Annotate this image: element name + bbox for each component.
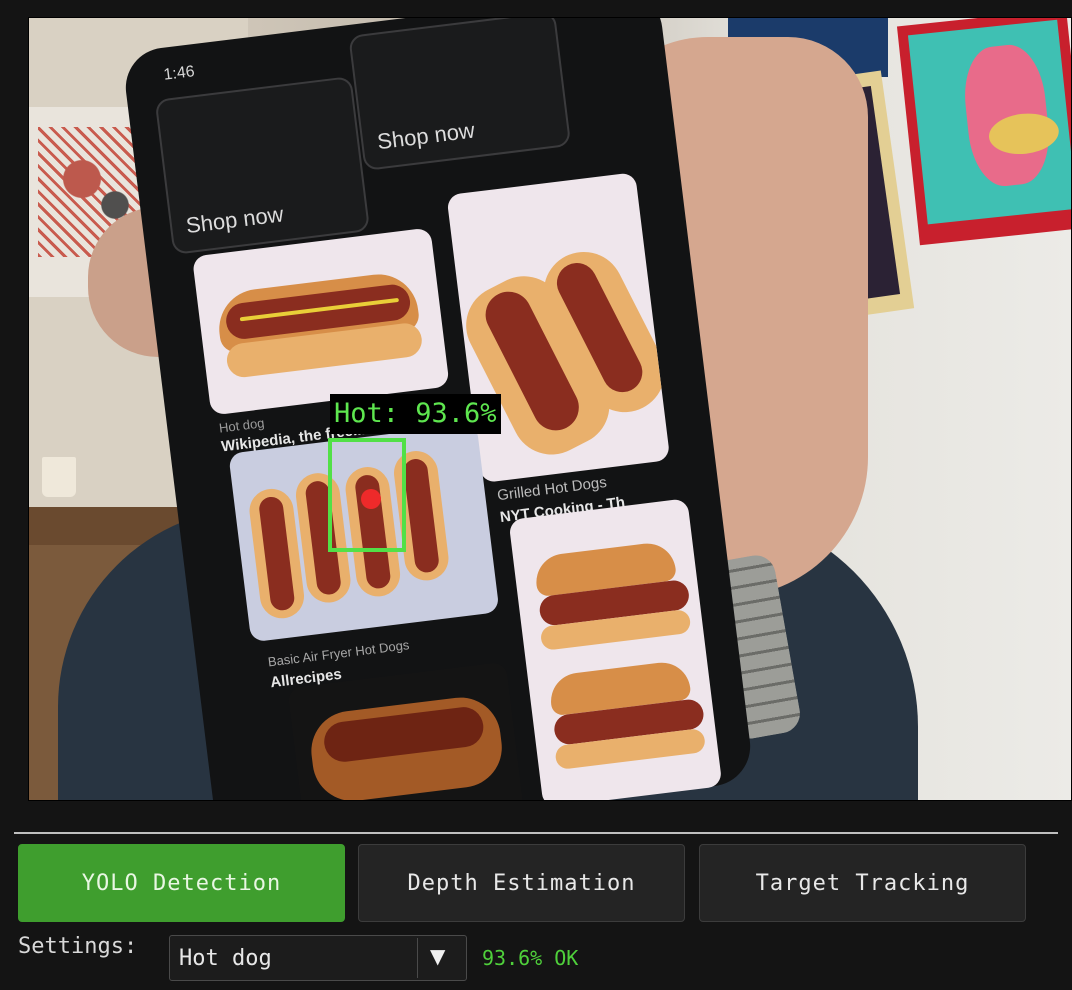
dropdown-arrow-icon[interactable]: ▼ bbox=[430, 944, 445, 968]
shop-card: Shop now bbox=[348, 17, 572, 172]
poster-colorful bbox=[896, 17, 1072, 246]
result-source: Hot dog bbox=[218, 415, 266, 436]
shop-card-label: Shop now bbox=[184, 201, 285, 239]
target-tracking-button[interactable]: Target Tracking bbox=[699, 844, 1026, 922]
yolo-detection-button[interactable]: YOLO Detection bbox=[18, 844, 345, 922]
camera-viewport: 1:46 Shop now Shop now Hot dog Wikipedia… bbox=[28, 17, 1072, 801]
status-text: 93.6% OK bbox=[482, 946, 579, 970]
detection-label: Hot: 93.6% bbox=[330, 394, 501, 434]
shop-card-label: Shop now bbox=[375, 117, 476, 155]
result-image bbox=[446, 172, 671, 484]
depth-estimation-button[interactable]: Depth Estimation bbox=[358, 844, 685, 922]
result-image bbox=[508, 498, 723, 801]
class-select[interactable]: Hot dog bbox=[169, 935, 467, 981]
phone-status-time: 1:46 bbox=[162, 63, 196, 84]
class-select-separator bbox=[417, 938, 418, 978]
shop-card: Shop now bbox=[154, 75, 371, 255]
cup bbox=[42, 457, 76, 497]
detection-center-point bbox=[361, 489, 381, 509]
result-image bbox=[191, 227, 450, 416]
panel-divider bbox=[14, 832, 1058, 834]
result-source: Basic Air Fryer Hot Dogs bbox=[267, 637, 411, 670]
settings-label: Settings: bbox=[18, 934, 138, 959]
class-select-value: Hot dog bbox=[179, 945, 272, 971]
